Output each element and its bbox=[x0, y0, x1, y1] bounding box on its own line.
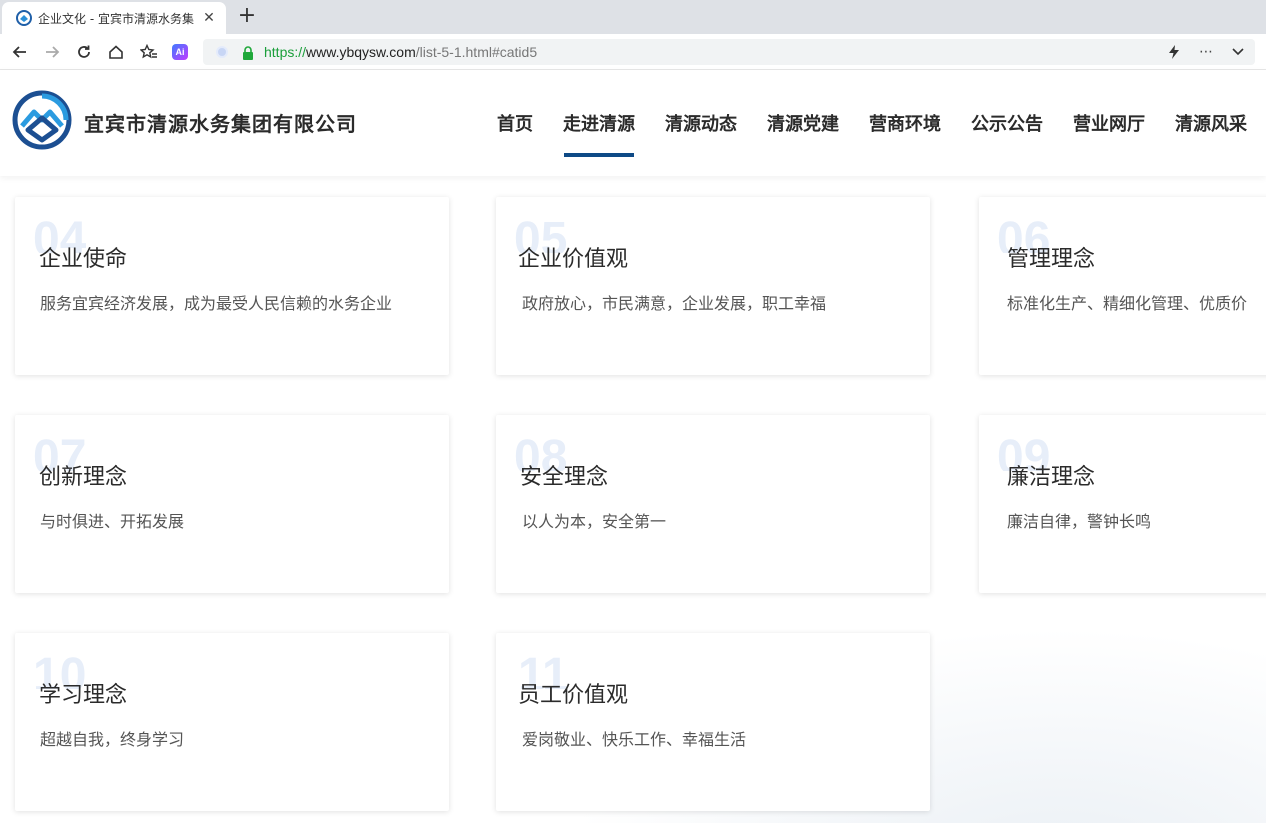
browser-toolbar: Ai https://www.ybqysw.com/list-5-1.html#… bbox=[0, 34, 1266, 70]
culture-card: 11 员工价值观 爱岗敬业、快乐工作、幸福生活 bbox=[496, 633, 930, 811]
tab-close-icon[interactable]: ✕ bbox=[200, 10, 218, 26]
card-title: 创新理念 bbox=[39, 465, 128, 490]
lock-icon[interactable] bbox=[242, 45, 254, 60]
ai-assistant-icon[interactable]: Ai bbox=[166, 38, 194, 66]
browser-tab[interactable]: 企业文化 - 宜宾市清源水务集 ✕ bbox=[2, 2, 226, 34]
back-icon[interactable] bbox=[6, 38, 34, 66]
culture-card: 09 廉洁理念 廉洁自律，警钟长鸣 bbox=[979, 415, 1266, 593]
company-name[interactable]: 宜宾市清源水务集团有限公司 bbox=[84, 108, 357, 137]
nav-item-news[interactable]: 清源动态 bbox=[650, 70, 752, 176]
lightning-icon[interactable] bbox=[1163, 41, 1185, 63]
reload-icon[interactable] bbox=[70, 38, 98, 66]
card-title: 安全理念 bbox=[520, 465, 609, 490]
card-title: 管理理念 bbox=[1007, 247, 1096, 272]
culture-card: 07 创新理念 与时俱进、开拓发展 bbox=[15, 415, 449, 593]
card-description: 超越自我，终身学习 bbox=[40, 730, 185, 749]
card-description: 标准化生产、精细化管理、优质价 bbox=[1007, 294, 1248, 313]
url-host: www.ybqysw.com bbox=[306, 44, 416, 60]
card-title: 员工价值观 bbox=[518, 683, 629, 708]
culture-card: 10 学习理念 超越自我，终身学习 bbox=[15, 633, 449, 811]
nav-item-home[interactable]: 首页 bbox=[482, 70, 548, 176]
card-title: 廉洁理念 bbox=[1007, 465, 1096, 490]
forward-icon[interactable] bbox=[38, 38, 66, 66]
chevron-down-icon[interactable] bbox=[1227, 41, 1249, 63]
url-path: /list-5-1.html#catid5 bbox=[415, 44, 538, 60]
culture-card: 08 安全理念 以人为本，安全第一 bbox=[496, 415, 930, 593]
card-description: 政府放心，市民满意，企业发展，职工幸福 bbox=[522, 294, 827, 313]
url-text[interactable]: https://www.ybqysw.com/list-5-1.html#cat… bbox=[264, 44, 537, 60]
card-description: 与时俱进、开拓发展 bbox=[40, 512, 185, 531]
more-options-icon[interactable]: ⋯ bbox=[1195, 41, 1217, 63]
card-description: 廉洁自律，警钟长鸣 bbox=[1007, 512, 1152, 531]
site-favicon-icon bbox=[16, 10, 32, 26]
site-shield-icon bbox=[216, 46, 228, 58]
nav-item-gallery[interactable]: 清源风采 bbox=[1160, 70, 1262, 176]
card-title: 学习理念 bbox=[39, 683, 128, 708]
site-header: 宜宾市清源水务集团有限公司 首页 走进清源 清源动态 清源党建 营商环境 公示公… bbox=[0, 70, 1266, 176]
new-tab-icon[interactable]: + bbox=[234, 4, 260, 30]
culture-card: 04 企业使命 服务宜宾经济发展，成为最受人民信赖的水务企业 bbox=[15, 197, 449, 375]
url-scheme: https:// bbox=[264, 44, 307, 60]
culture-card: 05 企业价值观 政府放心，市民满意，企业发展，职工幸福 bbox=[496, 197, 930, 375]
card-description: 爱岗敬业、快乐工作、幸福生活 bbox=[522, 730, 747, 749]
home-icon[interactable] bbox=[102, 38, 130, 66]
main-nav: 首页 走进清源 清源动态 清源党建 营商环境 公示公告 营业网厅 清源风采 bbox=[482, 70, 1262, 176]
culture-card: 06 管理理念 标准化生产、精细化管理、优质价 bbox=[979, 197, 1266, 375]
culture-section: 04 企业使命 服务宜宾经济发展，成为最受人民信赖的水务企业 05 企业价值观 … bbox=[0, 176, 1266, 823]
tab-title: 企业文化 - 宜宾市清源水务集 bbox=[38, 11, 194, 26]
favorites-icon[interactable] bbox=[135, 38, 163, 66]
browser-tab-bar: 企业文化 - 宜宾市清源水务集 ✕ + bbox=[0, 0, 1266, 34]
nav-item-online-hall[interactable]: 营业网厅 bbox=[1058, 70, 1160, 176]
nav-item-about[interactable]: 走进清源 bbox=[548, 70, 650, 176]
nav-item-announcements[interactable]: 公示公告 bbox=[956, 70, 1058, 176]
company-logo-icon[interactable] bbox=[12, 90, 72, 150]
nav-item-party[interactable]: 清源党建 bbox=[752, 70, 854, 176]
card-title: 企业价值观 bbox=[518, 247, 629, 272]
address-bar[interactable]: https://www.ybqysw.com/list-5-1.html#cat… bbox=[203, 39, 1255, 65]
nav-item-business-env[interactable]: 营商环境 bbox=[854, 70, 956, 176]
card-description: 服务宜宾经济发展，成为最受人民信赖的水务企业 bbox=[40, 294, 393, 313]
card-title: 企业使命 bbox=[39, 247, 128, 272]
card-description: 以人为本，安全第一 bbox=[522, 512, 667, 531]
